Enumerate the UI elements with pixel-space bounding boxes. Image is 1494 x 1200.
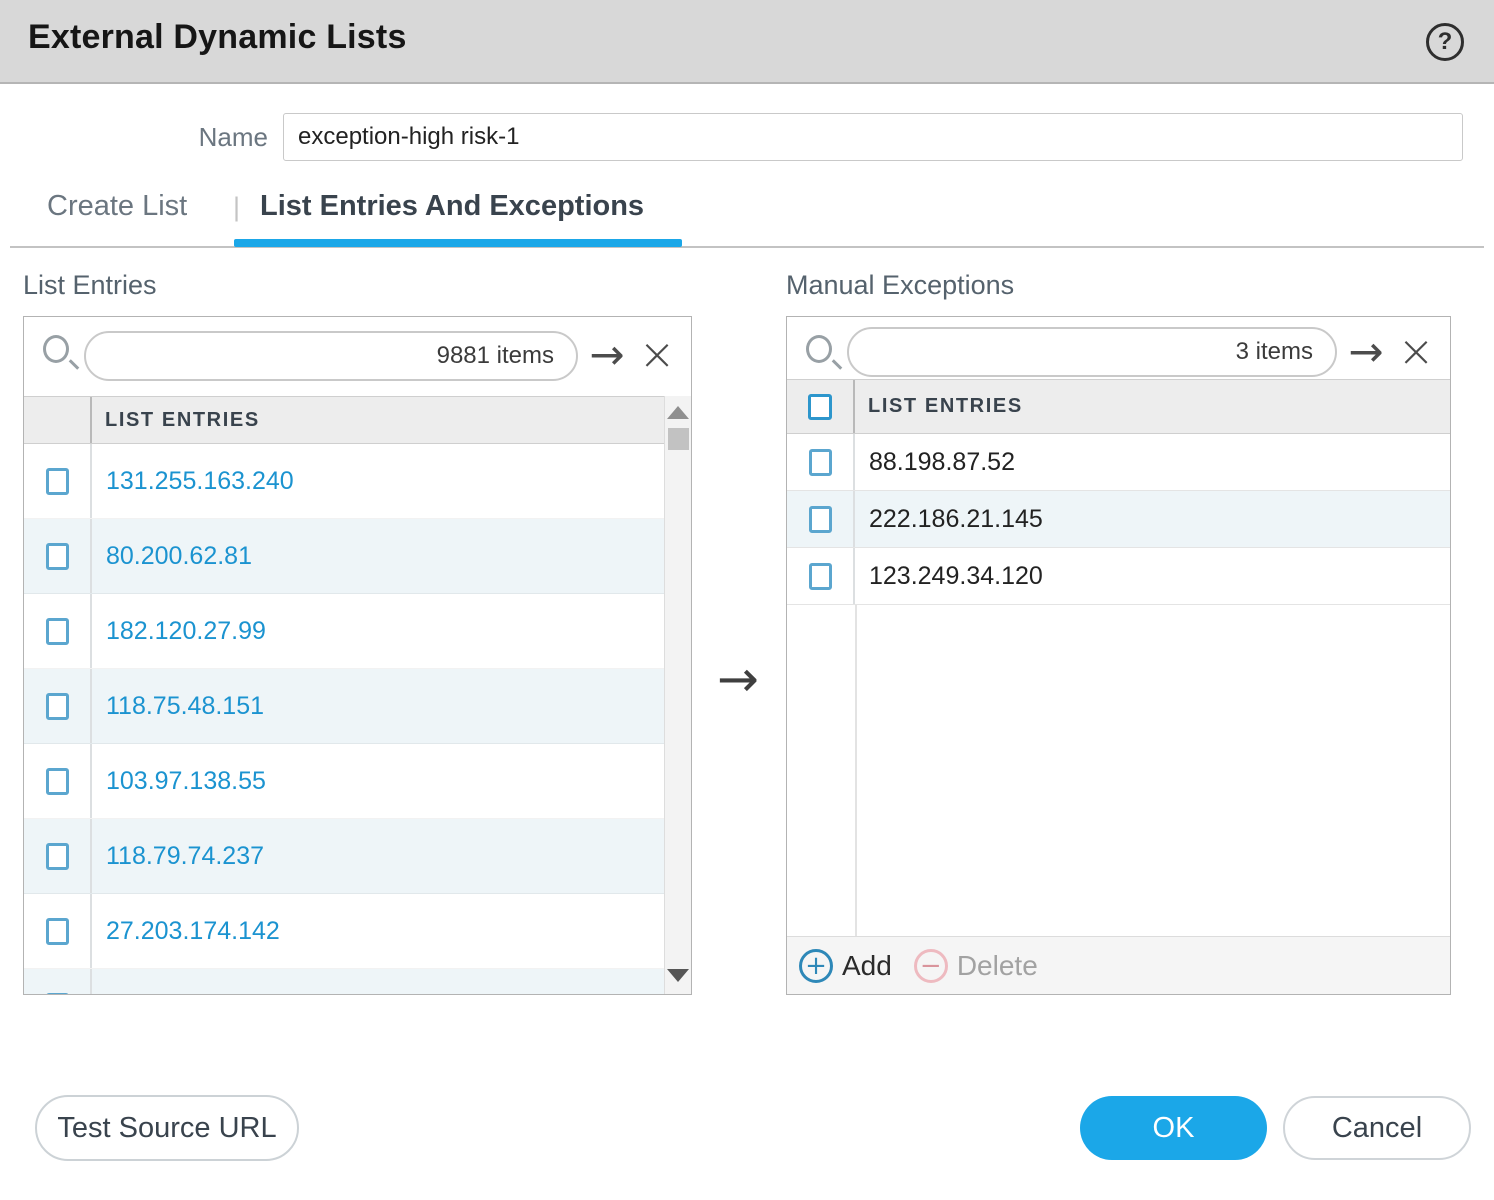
checkbox-cell [24,969,92,994]
tab-list-entries-and-exceptions[interactable]: List Entries And Exceptions [260,190,644,223]
row-checkbox[interactable] [46,693,69,720]
list-entry-value: 222.186.21.145 [855,505,1043,534]
scrollbar[interactable] [664,396,691,994]
list-item[interactable]: 123.249.34.120 [787,548,1450,605]
column-divider [855,605,857,936]
list-entry-link[interactable]: 80.200.62.81 [92,542,252,571]
select-all-checkbox[interactable] [808,394,832,420]
list-entry-link[interactable]: 131.255.163.240 [92,467,294,496]
list-item[interactable]: 118.79.74.237 [24,819,664,894]
row-checkbox[interactable] [809,506,832,533]
tabs-divider [10,246,1484,248]
search-clear-icon[interactable]: × [1393,322,1439,382]
manual-exceptions-search-box: 3 items [847,327,1337,377]
checkbox-column-header [24,397,92,443]
page-title: External Dynamic Lists [28,18,407,57]
list-item[interactable]: 88.198.87.52 [787,434,1450,491]
column-header-label: LIST ENTRIES [92,409,260,432]
search-submit-icon[interactable]: → [584,325,630,385]
list-entry-link[interactable]: 182.120.27.99 [92,617,266,646]
manual-exceptions-heading: Manual Exceptions [786,270,1014,301]
list-entry-link[interactable]: 27.203.174.142 [92,917,280,946]
row-checkbox[interactable] [46,468,69,495]
list-entries-rows: 131.255.163.240 80.200.62.81 182.120.27.… [24,444,664,994]
scrollbar-thumb[interactable] [668,428,689,450]
checkbox-cell [787,548,855,604]
column-header-label: LIST ENTRIES [855,395,1023,418]
add-button-label: Add [842,950,892,982]
list-item[interactable]: 42.224.224.0 [24,969,664,994]
checkbox-cell [24,744,92,818]
help-icon[interactable]: ? [1426,23,1464,61]
manual-exceptions-search-row: 3 items → × [787,317,1450,379]
row-checkbox[interactable] [46,918,69,945]
list-item[interactable]: 103.97.138.55 [24,744,664,819]
checkbox-cell [24,519,92,593]
search-input[interactable] [86,333,437,379]
empty-table-area [787,605,1450,936]
list-entry-value: 88.198.87.52 [855,448,1015,477]
list-entries-table-header: LIST ENTRIES [24,396,664,444]
checkbox-cell [24,819,92,893]
row-checkbox[interactable] [809,449,832,476]
search-icon [803,333,847,377]
checkbox-cell [787,434,855,490]
delete-button-label: Delete [957,950,1038,982]
test-source-url-button[interactable]: Test Source URL [35,1095,299,1161]
manual-exceptions-rows: 88.198.87.52 222.186.21.145 123.249.34.1… [787,434,1450,605]
scroll-up-icon[interactable] [667,406,689,419]
manual-exceptions-panel: 3 items → × LIST ENTRIES 88.198.87.52 22… [786,316,1451,995]
list-entries-search-row: 9881 items → × [24,317,691,396]
checkbox-cell [24,894,92,968]
checkbox-cell [24,669,92,743]
checkbox-cell [787,491,855,547]
list-item[interactable]: 131.255.163.240 [24,444,664,519]
list-entry-link[interactable]: 103.97.138.55 [92,767,266,796]
ok-button[interactable]: OK [1080,1096,1267,1160]
list-entry-link[interactable]: 118.79.74.237 [92,842,264,871]
dialog-header: External Dynamic Lists ? [0,0,1494,84]
row-checkbox[interactable] [46,543,69,570]
list-item[interactable]: 182.120.27.99 [24,594,664,669]
move-to-exceptions-button[interactable]: → [703,650,773,708]
minus-icon: − [914,949,948,983]
plus-icon: + [799,949,833,983]
add-button[interactable]: + Add [799,949,892,983]
delete-button[interactable]: − Delete [914,949,1038,983]
name-label: Name [0,122,268,153]
scroll-down-icon[interactable] [667,969,689,982]
row-checkbox[interactable] [46,618,69,645]
row-checkbox[interactable] [809,563,832,590]
list-entry-link[interactable]: 118.75.48.151 [92,692,264,721]
search-submit-icon[interactable]: → [1343,322,1389,382]
checkbox-cell [24,594,92,668]
row-checkbox[interactable] [46,768,69,795]
list-entries-search-box: 9881 items [84,331,578,381]
tab-create-list[interactable]: Create List [47,190,187,223]
search-icon [40,333,84,377]
items-count-badge: 3 items [1236,338,1335,366]
list-entry-link[interactable]: 42.224.224.0 [92,992,252,995]
list-item[interactable]: 80.200.62.81 [24,519,664,594]
list-entries-panel: 9881 items → × LIST ENTRIES 131.255.163.… [23,316,692,995]
list-entry-value: 123.249.34.120 [855,562,1043,591]
list-entries-heading: List Entries [23,270,157,301]
list-item[interactable]: 222.186.21.145 [787,491,1450,548]
active-tab-indicator [234,239,682,247]
items-count-badge: 9881 items [437,342,576,370]
list-item[interactable]: 27.203.174.142 [24,894,664,969]
row-checkbox[interactable] [46,843,69,870]
search-clear-icon[interactable]: × [634,325,680,385]
tab-separator: | [233,192,240,223]
name-field[interactable] [283,113,1463,161]
checkbox-column-header [787,380,855,433]
row-checkbox[interactable] [46,993,69,995]
checkbox-cell [24,444,92,518]
manual-exceptions-table-header: LIST ENTRIES [787,379,1450,434]
search-input[interactable] [849,329,1236,375]
list-item[interactable]: 118.75.48.151 [24,669,664,744]
cancel-button[interactable]: Cancel [1283,1096,1471,1160]
exceptions-actions-bar: + Add − Delete [787,936,1450,994]
